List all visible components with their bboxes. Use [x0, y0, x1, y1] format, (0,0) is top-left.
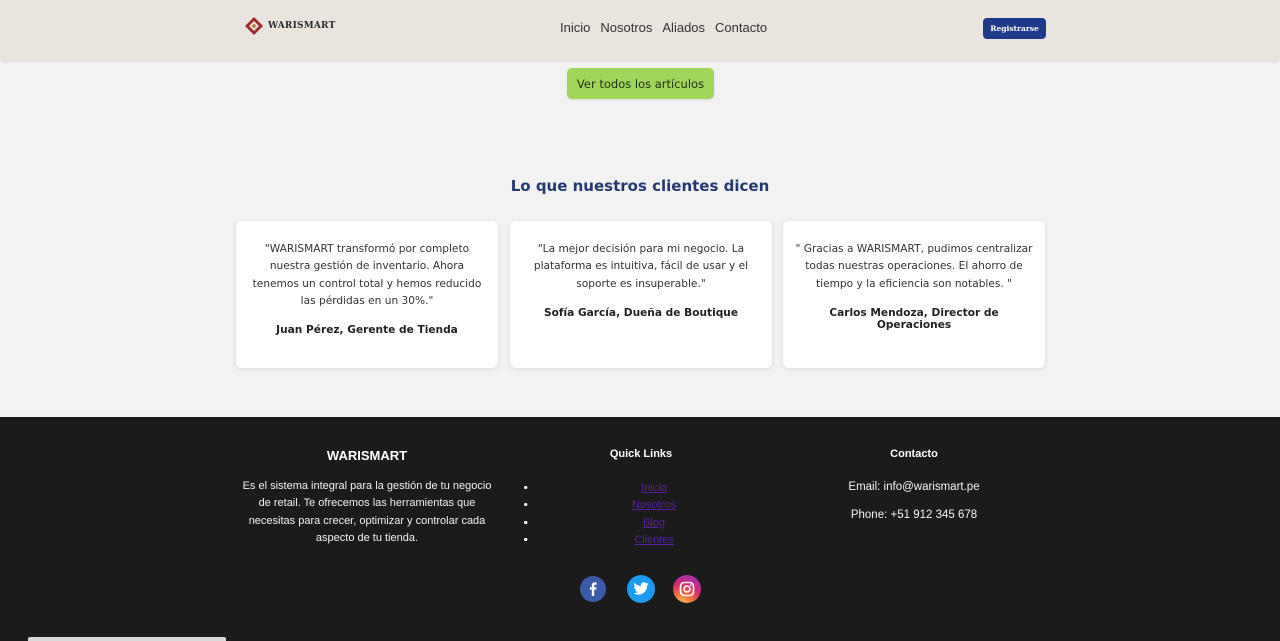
testimonial-author: Juan Pérez, Gerente de Tienda	[276, 324, 458, 337]
logo-text: WARISMART	[268, 21, 336, 31]
logo[interactable]: WARISMART	[244, 16, 335, 36]
contact-title: Contacto	[890, 448, 938, 460]
testimonials-title: Lo que nuestros clientes dicen	[510, 177, 770, 195]
contact-email: Email: info@warismart.pe	[848, 481, 980, 493]
quick-link-item: •Inicio	[524, 480, 784, 497]
footer-brand-title: WARISMART	[326, 448, 408, 463]
main-nav: Inicio Nosotros Aliados Contacto	[560, 20, 767, 35]
quick-link-inicio[interactable]: Inicio	[524, 480, 784, 497]
register-button[interactable]: Registrarse	[983, 18, 1046, 39]
testimonial-quote: " Gracias a WARISMART, pudimos centraliz…	[795, 243, 1033, 290]
twitter-icon[interactable]	[627, 575, 655, 603]
quick-link-clientes[interactable]: Clientes	[524, 532, 784, 549]
instagram-icon[interactable]	[673, 575, 701, 603]
quick-link-item: •Blog	[524, 515, 784, 532]
testimonial-card: "WARISMART transformó por completo nuest…	[236, 221, 498, 368]
navbar: WARISMART Inicio Nosotros Aliados Contac…	[0, 0, 1280, 60]
quick-link-blog[interactable]: Blog	[524, 515, 784, 532]
quick-link-item: •Clientes	[524, 532, 784, 549]
testimonial-card: " Gracias a WARISMART, pudimos centraliz…	[783, 221, 1045, 368]
testimonial-author: Sofía García, Dueña de Boutique	[543, 306, 739, 319]
nav-link-aliados[interactable]: Aliados	[662, 20, 705, 35]
contact-phone: Phone: +51 912 345 678	[850, 509, 978, 521]
testimonial-quote: "La mejor decisión para mi negocio. La p…	[533, 243, 749, 290]
nav-link-inicio[interactable]: Inicio	[560, 20, 590, 35]
view-all-articles-button[interactable]: Ver todos los artículos	[567, 68, 714, 99]
testimonial-quote: "WARISMART transformó por completo nuest…	[252, 243, 482, 307]
testimonial-card: "La mejor decisión para mi negocio. La p…	[510, 221, 772, 368]
quick-links-title: Quick Links	[609, 448, 673, 460]
quick-link-nosotros[interactable]: Nosotros	[524, 497, 784, 514]
footer-description: Es el sistema integral para la gestión d…	[242, 480, 492, 544]
nav-link-contacto[interactable]: Contacto	[715, 20, 767, 35]
quick-link-item: •Nosotros	[524, 497, 784, 514]
quick-links-list: •Inicio •Nosotros •Blog •Clientes	[524, 480, 784, 549]
testimonial-author: Carlos Mendoza, Director de Operaciones	[829, 306, 999, 331]
footer: WARISMART Es el sistema integral para la…	[0, 417, 1280, 641]
nav-link-nosotros[interactable]: Nosotros	[600, 20, 652, 35]
warismart-logo-icon	[245, 17, 263, 35]
facebook-icon[interactable]	[580, 576, 606, 602]
bottom-scrollbar[interactable]	[28, 637, 226, 641]
